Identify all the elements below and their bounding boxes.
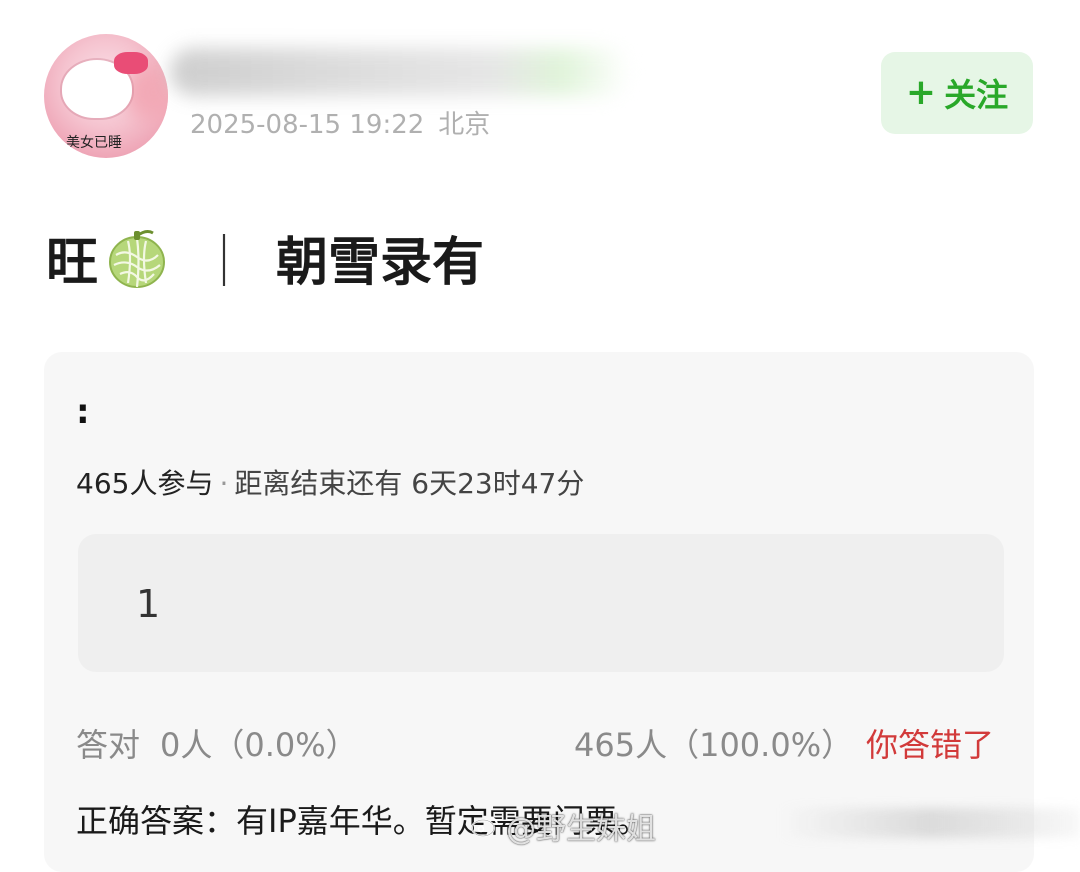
correct-count: 0人（0.0%） <box>160 726 358 764</box>
weibo-icon <box>471 817 498 837</box>
post-datetime: 2025-08-15 19:22 <box>190 110 425 140</box>
correct-result: 答对 0人（0.0%） <box>76 720 358 766</box>
participants-count: 465人参与 <box>76 467 214 500</box>
quiz-card: : 465人参与 · 距离结束还有 6天23时47分 1 答对 0人（0.0%） 46… <box>44 352 1034 872</box>
bow-icon <box>114 52 148 74</box>
quiz-stats: 465人参与 · 距离结束还有 6天23时47分 <box>76 462 584 502</box>
plus-icon: + <box>905 72 937 113</box>
author-avatar[interactable]: 美女已睡 <box>44 34 168 158</box>
option-label: 1 <box>136 582 161 626</box>
quiz-question: : <box>76 392 90 432</box>
option-result-count: 465人（100.0%） <box>574 726 854 764</box>
result-status: 你答错了 <box>866 726 995 764</box>
follow-label: 关注 <box>944 76 1009 114</box>
title-separator: ｜ <box>198 233 251 293</box>
title-text: 朝雪录有 <box>276 233 485 293</box>
quiz-option[interactable]: 1 <box>78 534 1004 672</box>
correct-label: 答对 <box>76 726 141 764</box>
post-title: 旺 ｜ 朝雪录有 <box>46 220 484 295</box>
post-meta: 2025-08-15 19:22 北京 <box>190 104 490 141</box>
watermark: @野生妹姐 <box>470 804 656 848</box>
time-remaining: 距离结束还有 6天23时47分 <box>234 467 585 500</box>
post-location: 北京 <box>438 110 491 140</box>
melon-icon <box>109 229 166 288</box>
stats-dot: · <box>219 467 229 500</box>
watermark-text: @野生妹姐 <box>506 812 656 847</box>
title-prefix: 旺 <box>46 233 99 293</box>
avatar-caption: 美女已睡 <box>66 135 122 151</box>
author-name-redacted[interactable] <box>170 48 630 96</box>
watermark-smear <box>780 808 1080 838</box>
follow-button[interactable]: + 关注 <box>881 52 1033 134</box>
